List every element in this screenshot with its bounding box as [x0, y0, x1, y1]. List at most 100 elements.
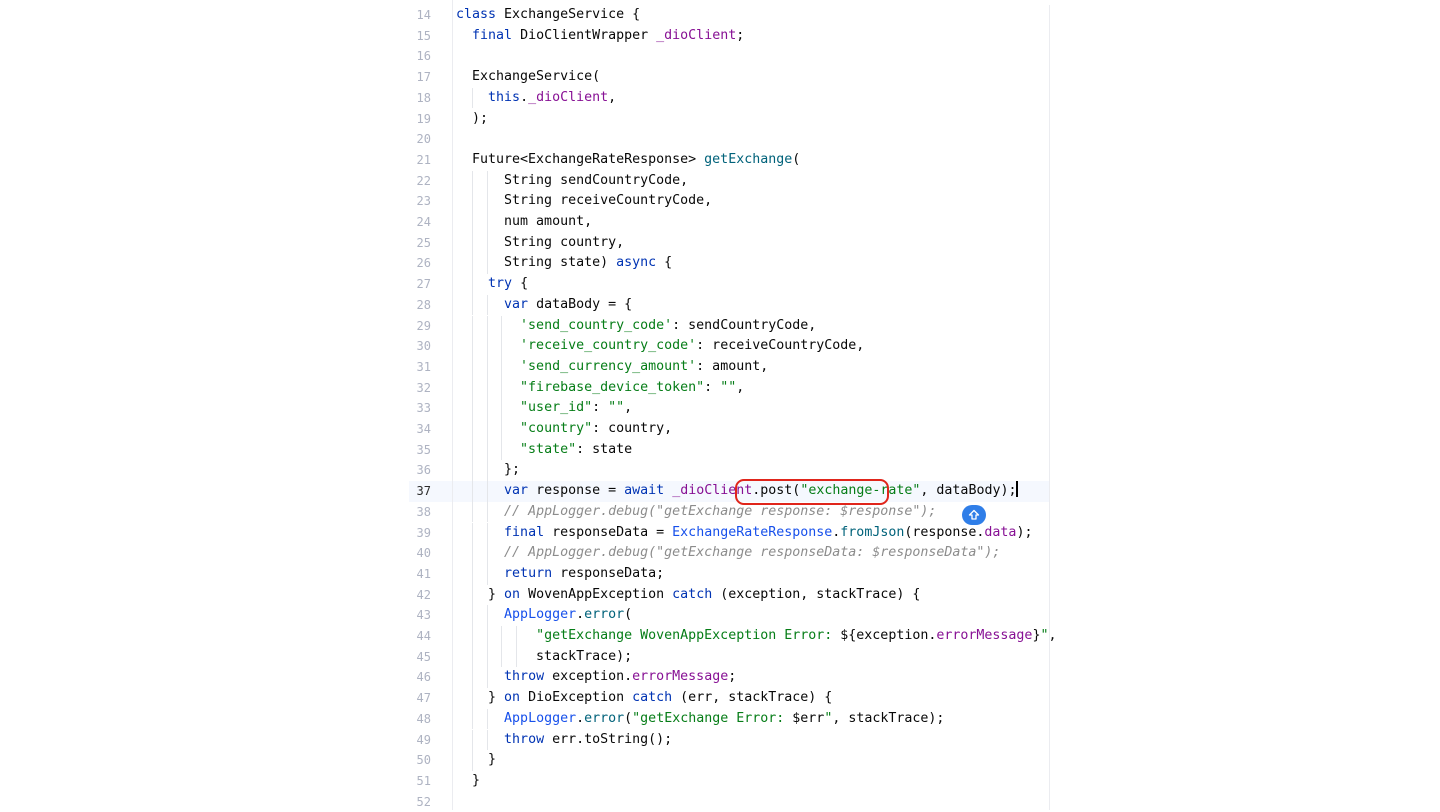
- code-token: ,: [624, 400, 633, 416]
- code-token: catch: [672, 586, 713, 602]
- code-line[interactable]: 21 Future<ExchangeRateResponse> getExcha…: [409, 150, 1049, 171]
- line-number: 40: [416, 546, 431, 561]
- code-line[interactable]: 34 "country": country,: [409, 419, 1049, 440]
- indent-guide: [486, 356, 488, 378]
- code-line[interactable]: 32 "firebase_device_token": "",: [409, 378, 1049, 399]
- code-token: return: [504, 565, 553, 581]
- indent-guide: [471, 481, 473, 502]
- code-line[interactable]: 38 // AppLogger.debug("getExchange respo…: [409, 502, 1049, 523]
- code-text: String sendCountryCode,: [456, 171, 688, 192]
- code-line[interactable]: 27 try {: [409, 274, 1049, 295]
- code-text: "user_id": "",: [456, 398, 632, 419]
- code-text: "getExchange WovenAppException Error: ${…: [456, 626, 1056, 647]
- code-line[interactable]: 45 stackTrace);: [409, 647, 1049, 668]
- code-token: "user_id": [520, 400, 593, 416]
- indent-guide: [471, 605, 473, 626]
- code-line[interactable]: 29 'send_country_code': sendCountryCode,: [409, 316, 1049, 337]
- indent-guide: [486, 377, 488, 399]
- code-line[interactable]: 16: [409, 46, 1049, 67]
- code-token: catch: [632, 690, 673, 706]
- code-line[interactable]: 42 } on WovenAppException catch (excepti…: [409, 585, 1049, 606]
- code-text: Future<ExchangeRateResponse> getExchange…: [456, 150, 800, 171]
- code-line[interactable]: 43 AppLogger.error(: [409, 605, 1049, 626]
- code-token: response =: [528, 483, 625, 499]
- code-token: on: [504, 586, 521, 602]
- line-number: 27: [416, 277, 431, 292]
- code-text: String country,: [456, 233, 624, 254]
- code-token: "state": [520, 441, 577, 457]
- indent-guide: [486, 501, 488, 523]
- code-text: );: [456, 109, 488, 130]
- code-line[interactable]: 24 num amount,: [409, 212, 1049, 233]
- code-token: // AppLogger.debug("getExchange response…: [504, 503, 937, 519]
- code-line[interactable]: 30 'receive_country_code': receiveCountr…: [409, 336, 1049, 357]
- code-editor[interactable]: 14 class ExchangeService {15 final DioCli…: [409, 5, 1057, 812]
- code-line[interactable]: 52: [409, 792, 1049, 812]
- code-token: var: [504, 483, 529, 499]
- code-line[interactable]: 20: [409, 129, 1049, 150]
- code-line[interactable]: 51 }: [409, 771, 1049, 792]
- indent-guide: [501, 356, 503, 378]
- code-token: {: [512, 276, 529, 292]
- indent-guide: [471, 667, 473, 689]
- indent-guide: [486, 253, 488, 275]
- code-line[interactable]: 22 String sendCountryCode,: [409, 171, 1049, 192]
- code-line[interactable]: 47 } on DioException catch (err, stackTr…: [409, 688, 1049, 709]
- code-line[interactable]: 14 class ExchangeService {: [409, 5, 1049, 26]
- indent-guide: [471, 294, 473, 316]
- code-token: .: [576, 710, 585, 726]
- code-line[interactable]: 26 String state) async {: [409, 253, 1049, 274]
- code-line[interactable]: 17 ExchangeService(: [409, 67, 1049, 88]
- code-line[interactable]: 49 throw err.toString();: [409, 730, 1049, 751]
- code-line[interactable]: 40 // AppLogger.debug("getExchange respo…: [409, 543, 1049, 564]
- indent-guide: [471, 87, 473, 109]
- code-text: stackTrace);: [456, 647, 632, 668]
- code-token: class: [456, 7, 505, 22]
- code-line[interactable]: 50 }: [409, 750, 1049, 771]
- line-number: 15: [416, 28, 431, 43]
- code-token: ;: [736, 27, 745, 43]
- text-caret: [1016, 481, 1018, 498]
- indent-guide: [486, 563, 488, 585]
- indent-guide: [471, 501, 473, 523]
- code-line[interactable]: 39 final responseData = ExchangeRateResp…: [409, 523, 1049, 544]
- code-line[interactable]: 41 return responseData;: [409, 564, 1049, 585]
- code-line[interactable]: 19 );: [409, 109, 1049, 130]
- line-number: 26: [416, 256, 431, 271]
- inline-hint-button[interactable]: [962, 505, 986, 525]
- code-line[interactable]: 35 "state": state: [409, 440, 1049, 461]
- code-line[interactable]: 28 var dataBody = {: [409, 295, 1049, 316]
- code-line[interactable]: 44 "getExchange WovenAppException Error:…: [409, 626, 1057, 647]
- code-token: error: [584, 607, 625, 623]
- code-line[interactable]: 31 'send_currency_amount': amount,: [409, 357, 1049, 378]
- indent-guide: [471, 688, 473, 709]
- code-token: errorMessage: [936, 628, 1033, 643]
- code-token: (exception, stackTrace) {: [712, 586, 921, 602]
- code-line[interactable]: 36 };: [409, 460, 1049, 481]
- code-token: on: [504, 690, 521, 706]
- code-line[interactable]: 23 String receiveCountryCode,: [409, 191, 1049, 212]
- code-token: }: [456, 752, 497, 768]
- code-token: DioClientWrapper: [520, 27, 657, 43]
- code-line[interactable]: 15 final DioClientWrapper _dioClient;: [409, 26, 1049, 47]
- code-token: ;: [728, 669, 737, 685]
- code-line[interactable]: 25 String country,: [409, 233, 1049, 254]
- code-line[interactable]: 33 "user_id": "",: [409, 398, 1049, 419]
- line-number: 48: [416, 711, 431, 726]
- code-text: "country": country,: [456, 419, 672, 440]
- code-token: (: [624, 710, 633, 726]
- indent-guide: [471, 543, 473, 564]
- indent-guide: [471, 626, 473, 647]
- code-line[interactable]: 18 this._dioClient,: [409, 88, 1049, 109]
- code-token: ExchangeService(: [456, 69, 601, 85]
- indent-guide: [471, 315, 473, 337]
- code-line[interactable]: 48 AppLogger.error("getExchange Error: $…: [409, 709, 1049, 730]
- code-line[interactable]: 46 throw exception.errorMessage;: [409, 667, 1049, 688]
- code-text: num amount,: [456, 212, 592, 233]
- code-token: AppLogger: [504, 607, 577, 623]
- code-line[interactable]: 37 var response = await _dioClient.post(…: [409, 481, 1049, 502]
